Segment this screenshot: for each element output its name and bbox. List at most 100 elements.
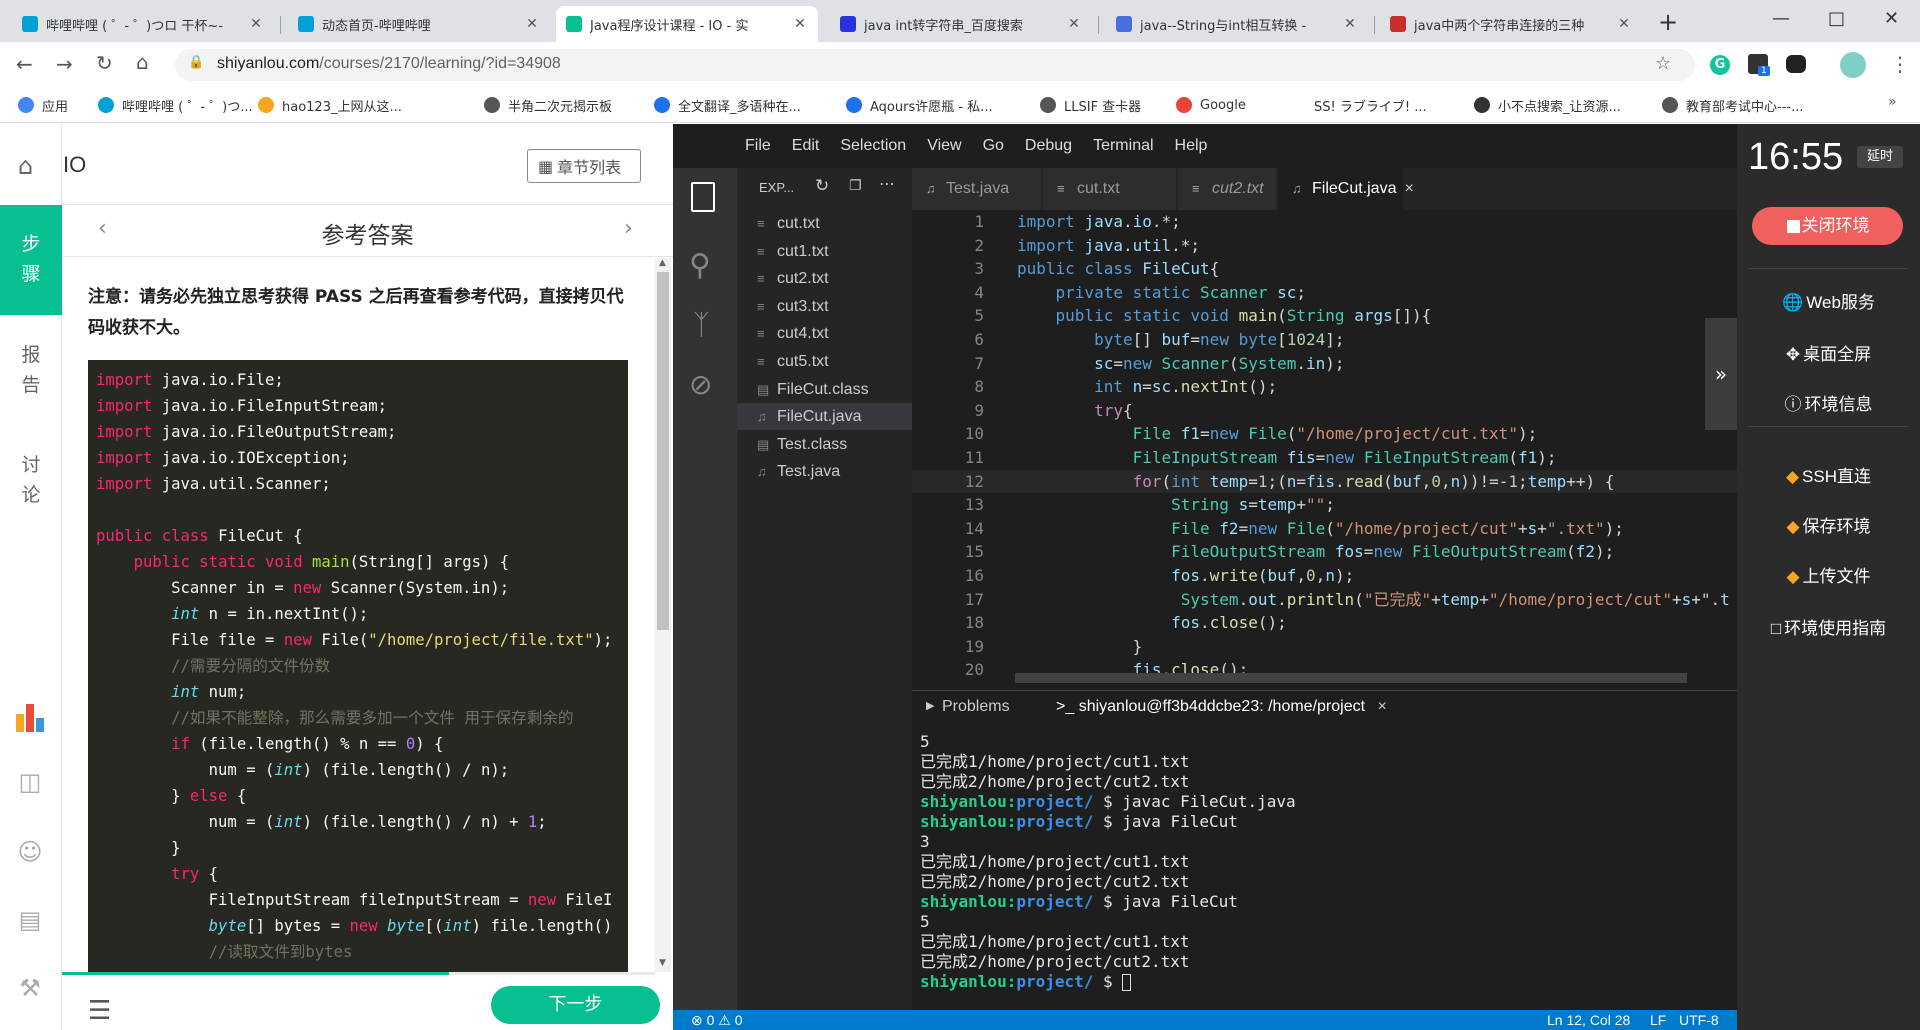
- question-icon[interactable]: ◫: [14, 766, 46, 798]
- editor-tab[interactable]: ≡ cut2.txt: [1178, 168, 1276, 210]
- scroll-up-arrow-icon[interactable]: ▲: [659, 258, 666, 268]
- side-tab-steps[interactable]: 步骤: [0, 205, 62, 315]
- tab-close-icon[interactable]: ✕: [1066, 16, 1082, 32]
- menu-debug[interactable]: Debug: [1025, 137, 1072, 155]
- refresh-icon[interactable]: ↻: [815, 176, 829, 196]
- menu-go[interactable]: Go: [983, 137, 1004, 155]
- ranking-icon[interactable]: [16, 704, 46, 732]
- status-eol[interactable]: LF: [1650, 1012, 1666, 1028]
- home-icon[interactable]: ⌂: [136, 50, 149, 74]
- home-icon[interactable]: ⌂: [18, 152, 33, 180]
- maximize-icon[interactable]: □: [1828, 8, 1845, 29]
- debug-icon[interactable]: ⊘: [689, 368, 712, 401]
- browser-tab[interactable]: java中两个字符串连接的三种 ✕: [1380, 6, 1642, 42]
- address-bar[interactable]: 🔒 shiyanlou.com/courses/2170/learning/?i…: [175, 49, 1695, 81]
- close-env-button[interactable]: ■关闭环境: [1752, 207, 1903, 245]
- content-scrollbar[interactable]: ▲ ▼: [655, 258, 671, 972]
- chapter-list-button[interactable]: ▦ 章节列表: [527, 149, 641, 183]
- next-section-icon[interactable]: ›: [624, 216, 633, 241]
- extend-time-button[interactable]: 延时: [1857, 146, 1903, 168]
- bookmark-item[interactable]: SS! ラブライブ! ...: [1290, 96, 1427, 115]
- terminal-tab[interactable]: >_ shiyanlou@ff3b4ddcbe23: /home/project…: [1056, 698, 1387, 716]
- scroll-thumb[interactable]: [657, 272, 669, 630]
- menu-terminal[interactable]: Terminal: [1093, 137, 1153, 155]
- browser-menu-icon[interactable]: ⋮: [1890, 52, 1910, 76]
- editor-tab-close-icon[interactable]: ×: [1404, 180, 1413, 197]
- explorer-file[interactable]: ♫ Test.java: [737, 458, 912, 485]
- collapse-icon[interactable]: ❐: [849, 178, 862, 194]
- explorer-file[interactable]: ≡ cut2.txt: [737, 265, 912, 292]
- back-icon[interactable]: ←: [16, 52, 33, 76]
- profile-avatar[interactable]: [1840, 52, 1866, 78]
- search-icon[interactable]: ⚲: [689, 248, 711, 283]
- env-menu-item[interactable]: □ 环境使用指南: [1737, 614, 1920, 639]
- env-menu-item[interactable]: ◆ SSH直连: [1737, 462, 1920, 487]
- bookmark-item[interactable]: LLSIF 查卡器: [1040, 96, 1141, 115]
- clock-note-icon[interactable]: ▤: [14, 904, 46, 936]
- wechat-icon[interactable]: ☺: [14, 836, 46, 868]
- bookmark-item[interactable]: 半角二次元揭示板: [484, 96, 612, 115]
- status-position[interactable]: Ln 12, Col 28: [1547, 1012, 1630, 1028]
- bookmark-item[interactable]: 应用: [18, 96, 68, 115]
- minimize-icon[interactable]: —: [1772, 8, 1790, 29]
- env-menu-item[interactable]: 🌐 Web服务: [1737, 288, 1920, 313]
- menu-file[interactable]: File: [745, 137, 771, 155]
- expand-panel-tab[interactable]: »: [1705, 318, 1737, 430]
- code-editor[interactable]: 1 import java.io.*; 2 import java.util.*; 3 p…: [912, 210, 1737, 677]
- browser-tab[interactable]: 哔哩哔哩 ( ゜- ゜)つロ 干杯~- ✕: [12, 6, 274, 42]
- menu-edit[interactable]: Edit: [792, 137, 820, 155]
- new-tab-button[interactable]: +: [1658, 8, 1678, 36]
- tab-close-icon[interactable]: ✕: [1616, 16, 1632, 32]
- tab-close-icon[interactable]: ✕: [792, 16, 808, 32]
- terminal-close-icon[interactable]: ×: [1378, 698, 1387, 715]
- bookmarks-overflow-icon[interactable]: »: [1888, 94, 1897, 110]
- side-tab-discuss[interactable]: 讨论: [0, 450, 62, 510]
- browser-tab[interactable]: Java程序设计课程 - IO - 实 ✕: [556, 6, 818, 42]
- next-step-button[interactable]: 下一步: [491, 986, 660, 1024]
- browser-tab[interactable]: 动态首页-哔哩哔哩 ✕: [288, 6, 550, 42]
- editor-tab[interactable]: ♫ Test.java: [912, 168, 1041, 210]
- side-tab-report[interactable]: 报告: [0, 340, 62, 400]
- explorer-file[interactable]: ▤ Test.class: [737, 431, 912, 458]
- bookmark-item[interactable]: Aqours许愿瓶 - 私...: [846, 96, 993, 115]
- explorer-file[interactable]: ≡ cut4.txt: [737, 320, 912, 347]
- env-menu-item[interactable]: ✥ 桌面全屏: [1737, 340, 1920, 365]
- env-menu-item[interactable]: ◆ 上传文件: [1737, 562, 1920, 587]
- star-icon[interactable]: ☆: [1655, 53, 1671, 74]
- bookmark-item[interactable]: Google: [1176, 96, 1246, 114]
- tab-close-icon[interactable]: ✕: [524, 16, 540, 32]
- scroll-down-arrow-icon[interactable]: ▼: [659, 958, 666, 968]
- problems-tab[interactable]: Problems: [942, 698, 1010, 716]
- bookmark-item[interactable]: 小不点搜索_让资源...: [1474, 96, 1621, 115]
- grammarly-icon[interactable]: G: [1710, 55, 1730, 75]
- problems-chevron-icon[interactable]: ▶: [926, 699, 934, 712]
- bookmark-item[interactable]: 教育部考试中心---...: [1662, 96, 1803, 115]
- status-problems[interactable]: ⊗ 0 ⚠ 0: [691, 1012, 743, 1029]
- forward-icon[interactable]: →: [56, 52, 73, 76]
- menu-list-icon[interactable]: ☰: [88, 996, 111, 1026]
- close-window-icon[interactable]: ✕: [1884, 8, 1899, 29]
- editor-tab[interactable]: ♫ FileCut.java ×: [1278, 168, 1414, 210]
- explorer-file[interactable]: ♫ FileCut.java: [737, 403, 912, 431]
- menu-selection[interactable]: Selection: [840, 137, 906, 155]
- menu-help[interactable]: Help: [1175, 137, 1208, 155]
- env-menu-item[interactable]: ⓘ 环境信息: [1737, 390, 1920, 415]
- explorer-file[interactable]: ≡ cut5.txt: [737, 348, 912, 375]
- status-encoding[interactable]: UTF-8: [1679, 1012, 1719, 1028]
- explorer-file[interactable]: ≡ cut1.txt: [737, 238, 912, 265]
- bookmark-item[interactable]: 哔哩哔哩 ( ゜- ゜)つ...: [98, 96, 253, 115]
- source-control-icon[interactable]: ᛉ: [693, 308, 710, 341]
- reload-icon[interactable]: ↻: [96, 51, 113, 75]
- explorer-icon[interactable]: [691, 182, 715, 212]
- terminal-output[interactable]: 5 已完成1/home/project/cut1.txt 已完成2/home/pro…: [920, 732, 1730, 1002]
- tab-close-icon[interactable]: ✕: [1342, 16, 1358, 32]
- bookmark-item[interactable]: hao123_上网从这...: [258, 96, 402, 115]
- tool-icon[interactable]: ⚒: [14, 972, 46, 1004]
- bookmark-item[interactable]: 全文翻译_多语种在...: [654, 96, 801, 115]
- editor-tab[interactable]: ≡ cut.txt: [1043, 168, 1176, 210]
- env-menu-item[interactable]: ◆ 保存环境: [1737, 512, 1920, 537]
- explorer-file[interactable]: ≡ cut.txt: [737, 210, 912, 237]
- explorer-file[interactable]: ≡ cut3.txt: [737, 293, 912, 320]
- browser-tab[interactable]: java int转字符串_百度搜索 ✕: [830, 6, 1092, 42]
- menu-view[interactable]: View: [927, 137, 961, 155]
